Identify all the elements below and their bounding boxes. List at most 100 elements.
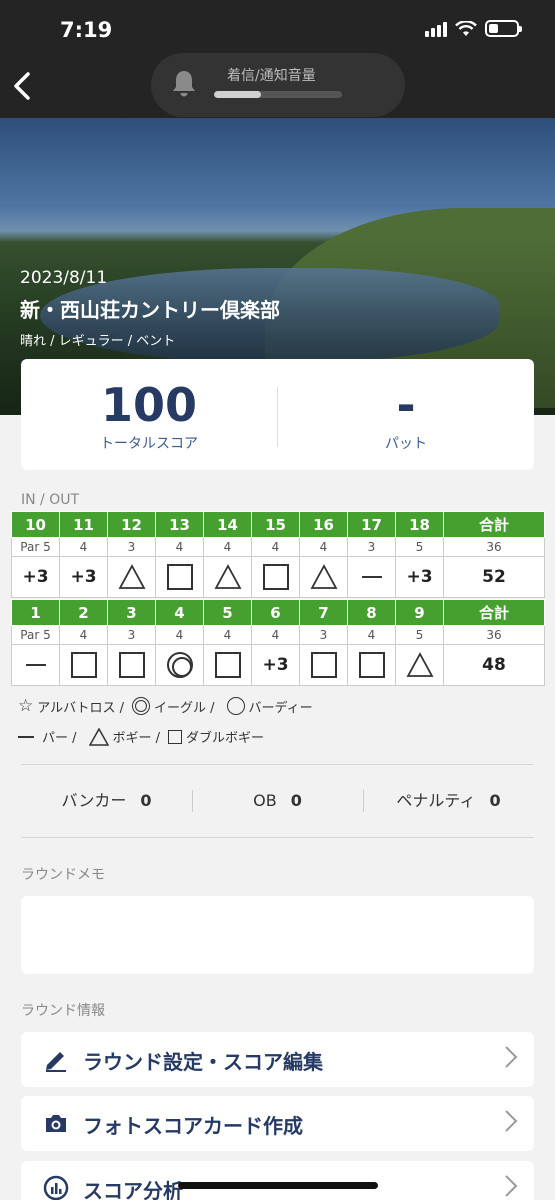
- hole-result[interactable]: [299, 556, 348, 598]
- photo-scorecard-label: フォトスコアカード作成: [83, 1114, 303, 1138]
- scorecard-label: IN / OUT: [21, 492, 80, 508]
- hole-number: 9: [395, 599, 444, 626]
- chevron-right-icon: [504, 1109, 518, 1138]
- hole-number: 5: [203, 599, 252, 626]
- hole-par: Par 5: [11, 537, 60, 557]
- ob-label: OB: [253, 791, 277, 810]
- round-date: 2023/8/11: [20, 268, 108, 288]
- square-icon: [310, 652, 337, 678]
- hole-number: 17: [347, 511, 396, 538]
- top-bar: 7:19 着信/通知音量: [0, 0, 555, 118]
- divider: [21, 837, 534, 838]
- chevron-right-icon: [504, 1045, 518, 1074]
- double-circle-icon: [166, 652, 193, 678]
- hole-result[interactable]: [203, 644, 252, 686]
- cellular-signal-icon: [425, 21, 447, 37]
- hole-number: 12: [107, 511, 156, 538]
- result-row: +3 48: [11, 644, 545, 686]
- hole-par: 4: [203, 625, 252, 645]
- volume-slider: [214, 91, 342, 98]
- memo-label: ラウンドメモ: [21, 867, 105, 883]
- hole-par: 4: [155, 537, 204, 557]
- hole-result[interactable]: +3: [59, 556, 108, 598]
- hole-result[interactable]: [347, 644, 396, 686]
- bunker-label: バンカー: [61, 791, 127, 810]
- hole-number: 18: [395, 511, 444, 538]
- legend-eagle: イーグル /: [154, 700, 215, 716]
- penalty-value: 0: [489, 791, 501, 810]
- photo-scorecard-button[interactable]: フォトスコアカード作成: [21, 1096, 534, 1151]
- round-settings-button[interactable]: ラウンド設定・スコア編集: [21, 1032, 534, 1087]
- legend-row-1: ☆ アルバトロス / イーグル / バーディー: [18, 696, 313, 716]
- hole-number: 1: [11, 599, 60, 626]
- legend-birdie: バーディー: [248, 700, 313, 716]
- round-memo-field[interactable]: [21, 896, 534, 974]
- penalty-label: ペナルティ: [396, 791, 476, 810]
- putts-value: -: [396, 378, 416, 432]
- hole-result[interactable]: [155, 644, 204, 686]
- legend-double-bogey: ダブルボギー: [186, 731, 265, 746]
- volume-level: [214, 91, 262, 98]
- hole-number: 16: [299, 511, 348, 538]
- hole-par: 4: [59, 625, 108, 645]
- legend-par: パー /: [42, 731, 77, 746]
- hole-number: 2: [59, 599, 108, 626]
- hole-number-row: 10 11 12 13 14 15 16 17 18 合計: [11, 511, 545, 538]
- square-icon: [262, 564, 289, 590]
- score-summary-card: 100 トータルスコア - パット: [21, 359, 534, 470]
- hole-result[interactable]: [299, 644, 348, 686]
- score-analysis-button[interactable]: スコア分析: [21, 1161, 534, 1200]
- hole-par: 4: [251, 625, 300, 645]
- hole-par: 4: [347, 625, 396, 645]
- hole-result[interactable]: [395, 644, 444, 686]
- square-icon: [70, 652, 97, 678]
- square-icon: [168, 729, 183, 744]
- hole-result[interactable]: [107, 644, 156, 686]
- wifi-icon: [455, 20, 477, 36]
- hole-number: 10: [11, 511, 60, 538]
- stat-bunker: バンカー 0: [21, 786, 192, 816]
- stat-ob: OB 0: [192, 786, 363, 816]
- scorecard-out-table: 1 2 3 4 5 6 7 8 9 合計 Par 5 4 3 4 4 4 3 4 5 36 +3 48: [11, 599, 545, 686]
- hole-number: 4: [155, 599, 204, 626]
- hole-result[interactable]: [251, 556, 300, 598]
- legend-bogey: ボギー /: [112, 731, 161, 746]
- hole-result[interactable]: +3: [251, 644, 300, 686]
- hole-par: 4: [251, 537, 300, 557]
- triangle-icon: [405, 652, 434, 677]
- score-total: 48: [443, 644, 545, 686]
- chart-icon: [43, 1175, 69, 1200]
- stats-row: バンカー 0 OB 0 ペナルティ 0: [21, 786, 534, 816]
- bell-icon: [173, 71, 195, 97]
- scorecard-in-table: 10 11 12 13 14 15 16 17 18 合計 Par 5 4 3 4 4 4 4 3 5 36 +3 +3 +…: [11, 511, 545, 598]
- hole-result[interactable]: [11, 644, 60, 686]
- hole-result[interactable]: [107, 556, 156, 598]
- hole-par: 3: [299, 625, 348, 645]
- hole-par: 3: [347, 537, 396, 557]
- round-conditions: 晴れ / レギュラー / ベント: [20, 334, 176, 349]
- hole-result[interactable]: [347, 556, 396, 598]
- back-button[interactable]: [12, 72, 40, 106]
- dash-icon: [361, 576, 382, 578]
- square-icon: [118, 652, 145, 678]
- triangle-icon: [88, 727, 109, 746]
- status-time: 7:19: [60, 18, 113, 42]
- bunker-value: 0: [140, 791, 152, 810]
- triangle-icon: [117, 564, 146, 589]
- hole-result[interactable]: +3: [395, 556, 444, 598]
- total-header: 合計: [443, 599, 545, 626]
- hole-par: Par 5: [11, 625, 60, 645]
- hole-result[interactable]: [59, 644, 108, 686]
- par-total: 36: [443, 537, 545, 557]
- hole-result[interactable]: +3: [11, 556, 60, 598]
- hole-number: 3: [107, 599, 156, 626]
- volume-label: 着信/通知音量: [227, 68, 316, 84]
- divider: [21, 764, 534, 765]
- legend-albatross: アルバトロス /: [37, 700, 125, 716]
- hole-par: 4: [203, 537, 252, 557]
- hole-result[interactable]: [203, 556, 252, 598]
- hole-result[interactable]: [155, 556, 204, 598]
- total-score-block: 100 トータルスコア: [21, 377, 277, 453]
- total-score-value: 100: [100, 378, 198, 432]
- hole-number-row: 1 2 3 4 5 6 7 8 9 合計: [11, 599, 545, 626]
